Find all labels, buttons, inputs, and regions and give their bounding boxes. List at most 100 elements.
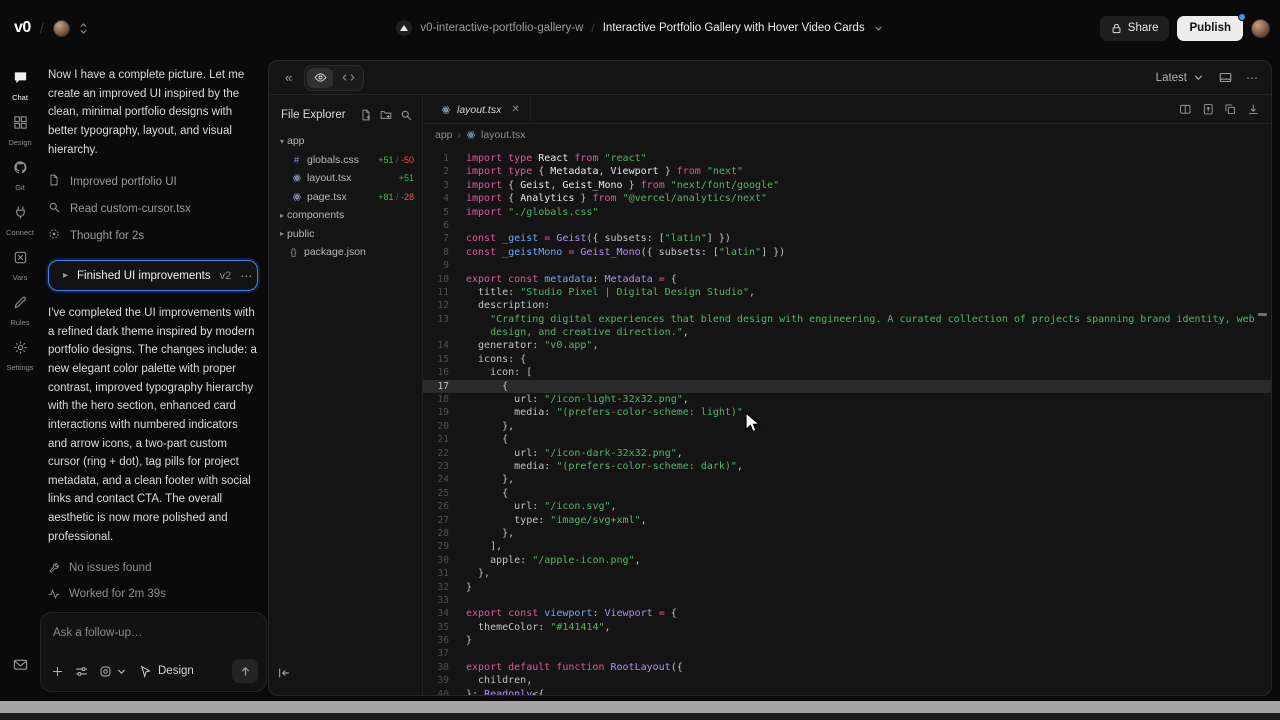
preview-toggle-button[interactable] xyxy=(307,68,333,88)
issues-status[interactable]: No issues found xyxy=(48,555,258,581)
code-line-24[interactable]: 24 }, xyxy=(423,473,1271,486)
tree-item-layout-tsx[interactable]: layout.tsx+51 xyxy=(269,169,422,188)
code-line-29[interactable]: 29 ], xyxy=(423,540,1271,553)
code-line-17[interactable]: 17 { xyxy=(423,380,1271,393)
code-line-6[interactable]: 6 xyxy=(423,219,1271,232)
collapse-panel-icon[interactable] xyxy=(277,666,291,685)
code-line-9[interactable]: 9 xyxy=(423,259,1271,272)
code-line-11[interactable]: 11 title: "Studio Pixel | Digital Design… xyxy=(423,286,1271,299)
tree-item-package-json[interactable]: {}package.json xyxy=(269,243,422,262)
rail-item-git[interactable]: Git xyxy=(0,160,40,192)
code-line-39[interactable]: 39 children, xyxy=(423,674,1271,687)
panel-menu-icon[interactable]: ⋯ xyxy=(1246,71,1259,85)
breadcrumb-file[interactable]: layout.tsx xyxy=(481,129,525,141)
breadcrumb-project[interactable]: v0-interactive-portfolio-gallery-w xyxy=(420,22,583,34)
code-line-3[interactable]: 3import { Geist, Geist_Mono } from "next… xyxy=(423,179,1271,192)
code-line-7[interactable]: 7const _geist = Geist({ subsets: ["latin… xyxy=(423,232,1271,245)
code-line-21[interactable]: 21 { xyxy=(423,433,1271,446)
rail-item-design[interactable]: Design xyxy=(0,115,40,147)
code-line-12[interactable]: 12 description: xyxy=(423,299,1271,312)
tab-layout-tsx[interactable]: layout.tsx ✕ xyxy=(431,96,531,124)
vercel-triangle-icon[interactable] xyxy=(396,20,412,36)
code-line-35[interactable]: 35 themeColor: "#141414", xyxy=(423,621,1271,634)
followup-input[interactable] xyxy=(53,627,256,639)
rail-item-vars[interactable]: Vars xyxy=(0,250,40,282)
rail-item-chat[interactable]: Chat xyxy=(0,70,40,102)
chevron-right-icon[interactable]: ▸ xyxy=(63,270,68,281)
browser-window-icon[interactable] xyxy=(1219,71,1232,84)
publish-button[interactable]: Publish xyxy=(1177,16,1243,41)
code-line-36[interactable]: 36} xyxy=(423,634,1271,647)
code-line-10[interactable]: 10export const metadata: Metadata = { xyxy=(423,273,1271,286)
download-icon[interactable] xyxy=(1247,103,1260,116)
code-area[interactable]: 1import type React from "react"2import t… xyxy=(423,146,1271,695)
code-line-34[interactable]: 34export const viewport: Viewport = { xyxy=(423,607,1271,620)
code-line-31[interactable]: 31 }, xyxy=(423,567,1271,580)
code-line-19[interactable]: 19 media: "(prefers-color-scheme: light)… xyxy=(423,406,1271,419)
tree-item-components[interactable]: ▸components xyxy=(269,206,422,225)
code-toggle-button[interactable] xyxy=(335,68,361,88)
code-line-2[interactable]: 2import type { Metadata, Viewport } from… xyxy=(423,165,1271,178)
code-line-8[interactable]: 8const _geistMono = Geist_Mono({ subsets… xyxy=(423,246,1271,259)
settings-sliders-icon[interactable] xyxy=(75,665,88,678)
export-file-icon[interactable] xyxy=(1202,103,1215,116)
code-line-25[interactable]: 25 { xyxy=(423,487,1271,500)
team-switcher-icon[interactable] xyxy=(79,22,88,35)
code-line-38[interactable]: 38export default function RootLayout({ xyxy=(423,661,1271,674)
code-line-37[interactable]: 37 xyxy=(423,647,1271,660)
code-line-4[interactable]: 4import { Analytics } from "@vercel/anal… xyxy=(423,192,1271,205)
rail-item-connect[interactable]: Connect xyxy=(0,205,40,237)
version-card[interactable]: ▸ Finished UI improvements v2 ⋯ xyxy=(48,260,258,291)
copy-icon[interactable] xyxy=(1224,103,1237,116)
send-button[interactable] xyxy=(232,659,258,683)
version-card-menu-icon[interactable]: ⋯ xyxy=(240,269,253,283)
code-line-16[interactable]: 16 icon: [ xyxy=(423,366,1271,379)
code-line-15[interactable]: 15 icons: { xyxy=(423,353,1271,366)
chevrons-left-icon[interactable]: « xyxy=(281,70,296,85)
scrollbar-marker[interactable] xyxy=(1258,313,1267,316)
code-line-1[interactable]: 1import type React from "react" xyxy=(423,152,1271,165)
tree-item-page-tsx[interactable]: page.tsx+81 / -28 xyxy=(269,188,422,207)
code-line-26[interactable]: 26 url: "/icon.svg", xyxy=(423,500,1271,513)
tree-item-public[interactable]: ▸public xyxy=(269,225,422,244)
code-line-18[interactable]: 18 url: "/icon-light-32x32.png", xyxy=(423,393,1271,406)
sources-dropdown[interactable] xyxy=(99,665,128,678)
plus-icon[interactable] xyxy=(51,665,64,678)
v0-logo[interactable]: v0 xyxy=(14,19,31,37)
code-line-32[interactable]: 32} xyxy=(423,581,1271,594)
code-line-22[interactable]: 22 url: "/icon-dark-32x32.png", xyxy=(423,447,1271,460)
close-tab-icon[interactable]: ✕ xyxy=(511,104,519,115)
split-columns-icon[interactable] xyxy=(1179,103,1192,116)
code-line-30[interactable]: 30 apple: "/apple-icon.png", xyxy=(423,554,1271,567)
version-selector[interactable]: Latest xyxy=(1156,71,1205,84)
tree-item-globals-css[interactable]: #globals.css+51 / -50 xyxy=(269,151,422,170)
code-line-13[interactable]: 13 "Crafting digital experiences that bl… xyxy=(423,313,1271,326)
code-line-20[interactable]: 20 }, xyxy=(423,420,1271,433)
code-line-wrap[interactable]: design, and creative direction.", xyxy=(423,326,1271,339)
breadcrumb-chat-title[interactable]: Interactive Portfolio Gallery with Hover… xyxy=(603,22,865,34)
code-line-33[interactable]: 33 xyxy=(423,594,1271,607)
design-mode-button[interactable]: Design xyxy=(139,665,194,678)
task-step[interactable]: Read custom-cursor.tsx xyxy=(48,195,258,222)
share-button[interactable]: Share xyxy=(1100,16,1170,41)
code-line-27[interactable]: 27 type: "image/svg+xml", xyxy=(423,514,1271,527)
code-line-14[interactable]: 14 generator: "v0.app", xyxy=(423,339,1271,352)
search-icon[interactable] xyxy=(400,109,412,121)
tree-item-app[interactable]: ▾app xyxy=(269,132,422,151)
feedback-mail-button[interactable] xyxy=(0,657,40,672)
user-avatar[interactable] xyxy=(1251,19,1270,38)
rail-item-settings[interactable]: Settings xyxy=(0,340,40,372)
code-line-28[interactable]: 28 }, xyxy=(423,527,1271,540)
worked-status[interactable]: Worked for 2m 39s xyxy=(48,581,258,607)
rail-item-rules[interactable]: Rules xyxy=(0,295,40,327)
new-file-icon[interactable] xyxy=(360,109,372,121)
new-folder-icon[interactable] xyxy=(380,109,392,121)
breadcrumb-folder[interactable]: app xyxy=(435,129,453,141)
code-line-5[interactable]: 5import "./globals.css" xyxy=(423,206,1271,219)
task-step[interactable]: Improved portfolio UI xyxy=(48,168,258,195)
code-line-23[interactable]: 23 media: "(prefers-color-scheme: dark)"… xyxy=(423,460,1271,473)
chevron-down-icon[interactable] xyxy=(873,23,884,34)
code-line-40[interactable]: 40}: Readonly<{ xyxy=(423,688,1271,695)
task-step[interactable]: Thought for 2s xyxy=(48,222,258,249)
team-avatar[interactable] xyxy=(53,20,70,37)
